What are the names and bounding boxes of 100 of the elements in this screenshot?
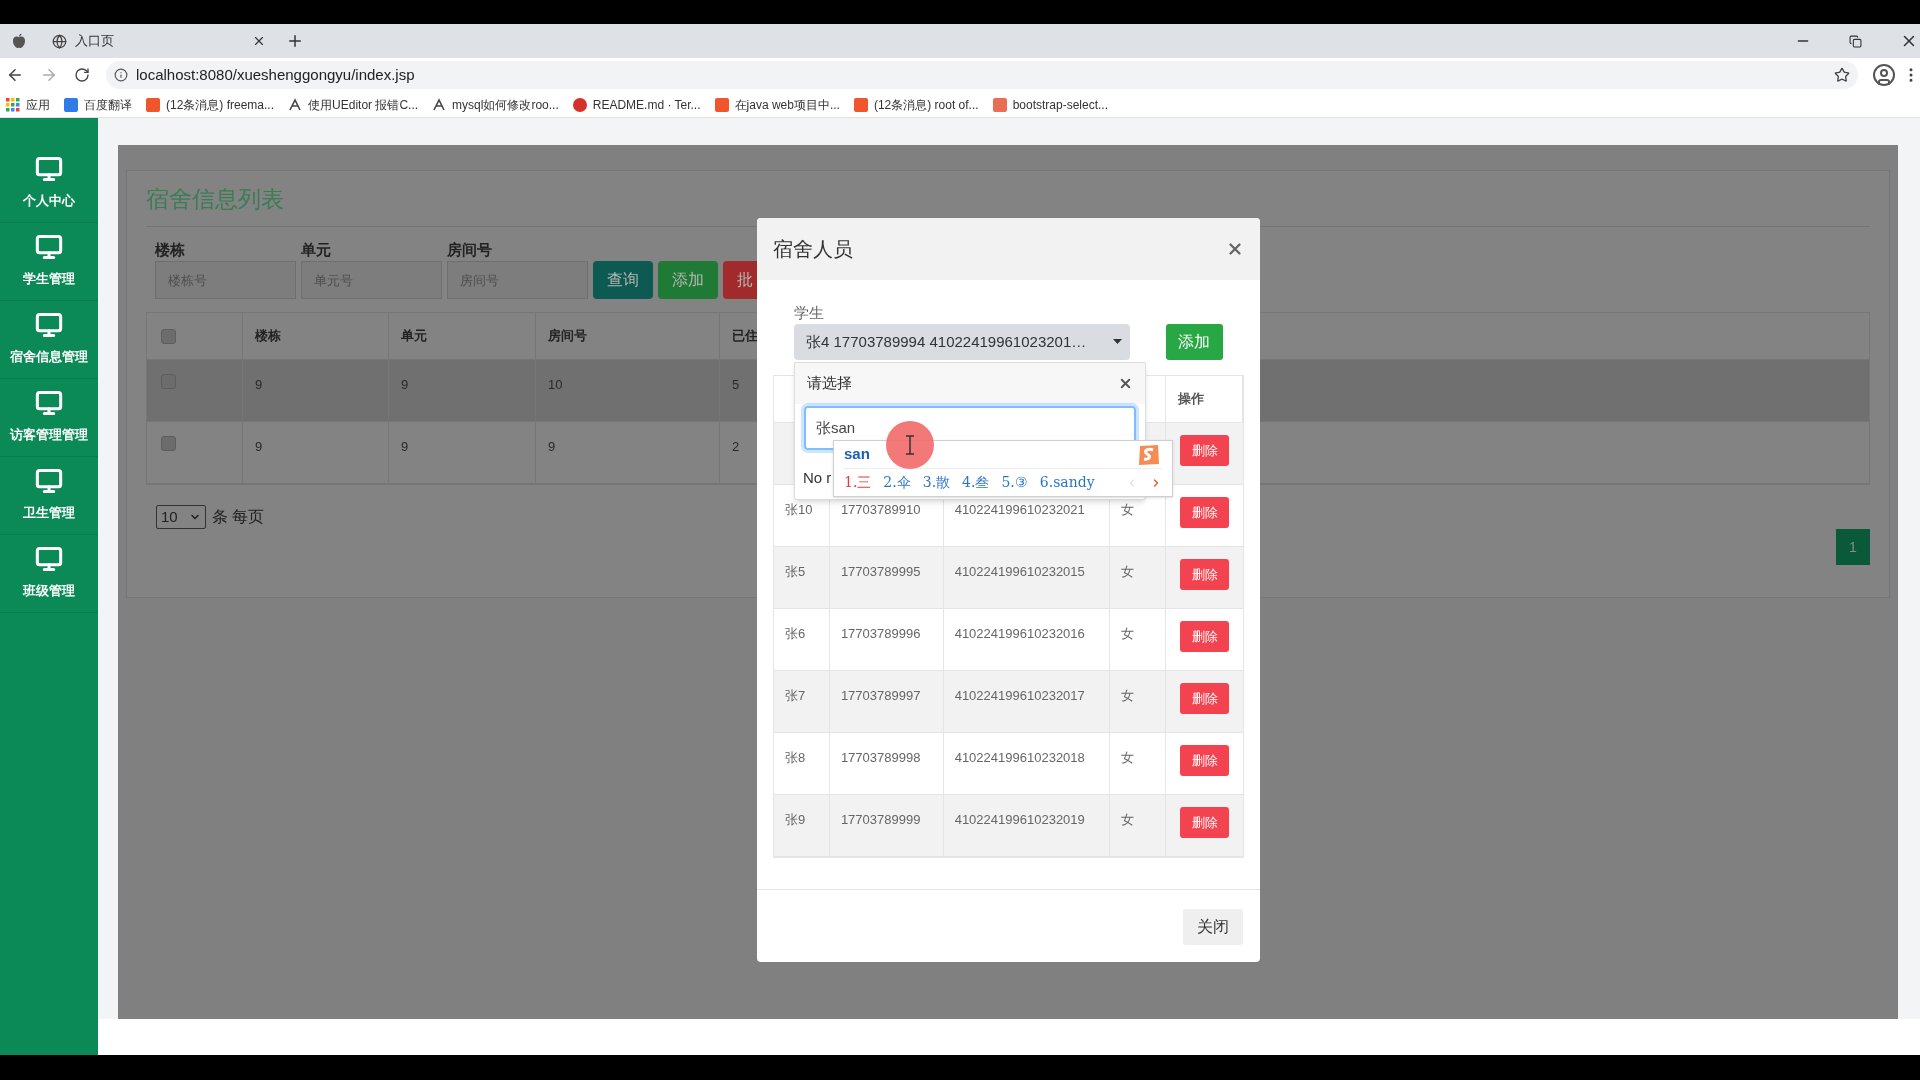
modal-title: 宿舍人员 xyxy=(773,237,853,262)
apple-logo-icon xyxy=(12,33,26,49)
delete-button[interactable]: 删除 xyxy=(1180,621,1230,652)
ime-candidate[interactable]: 4.叁 xyxy=(962,472,990,493)
action-button[interactable]: 添加 xyxy=(658,261,718,299)
table-cell: 张7 xyxy=(785,688,806,703)
table-cell: 9 xyxy=(401,439,409,454)
bookmark-link[interactable]: (12条消息) root of... xyxy=(873,95,979,114)
table-cell: 女 xyxy=(1121,750,1135,765)
monitor-icon xyxy=(35,155,63,183)
close-icon[interactable] xyxy=(252,34,266,48)
table-cell: 张10 xyxy=(785,502,813,517)
no-results-text: No r xyxy=(803,468,832,488)
monitor-icon xyxy=(35,545,63,573)
ime-candidate[interactable]: 5.③ xyxy=(1001,472,1028,493)
feather-icon xyxy=(288,97,303,112)
filter-label: 单元 xyxy=(301,240,332,259)
bookmark-link[interactable]: mysql如何修改roo... xyxy=(452,95,559,114)
bookmark-link[interactable]: README.md · Ter... xyxy=(592,95,701,114)
bookmark-link[interactable]: bootstrap-select... xyxy=(1012,95,1108,114)
delete-button[interactable]: 删除 xyxy=(1180,497,1230,528)
table-cell: 女 xyxy=(1121,564,1135,579)
close-button[interactable]: 关闭 xyxy=(1183,909,1243,945)
ime-candidate[interactable]: 3.散 xyxy=(922,472,951,493)
table-cell: 张5 xyxy=(785,564,806,579)
favicon-icon xyxy=(146,97,160,112)
cursor-highlight xyxy=(886,421,934,469)
profile-icon[interactable] xyxy=(1872,63,1896,87)
page-size-label: 条 每页 xyxy=(212,507,265,527)
table-cell: 张8 xyxy=(785,750,806,765)
monitor-icon xyxy=(35,311,63,339)
close-icon[interactable] xyxy=(1226,240,1244,258)
address-bar[interactable]: localhost:8080/xueshenggongyu/index.jsp xyxy=(106,61,1858,89)
browser-tab[interactable]: 入口页 xyxy=(44,24,274,58)
filter-label: 楼栋 xyxy=(155,240,186,259)
table-cell: 5 xyxy=(732,377,740,392)
favicon-icon xyxy=(992,97,1007,112)
ime-candidate[interactable]: 6.sandy xyxy=(1039,472,1095,493)
table-cell: 女 xyxy=(1121,626,1135,641)
checkbox[interactable] xyxy=(161,328,176,344)
bookmark-link[interactable]: 应用 xyxy=(26,95,50,114)
page-size-select[interactable]: 10 xyxy=(156,505,206,529)
bookmark-link[interactable]: 使用UEditor 报错C... xyxy=(308,95,419,114)
new-tab-icon[interactable] xyxy=(286,32,304,50)
ime-candidate[interactable]: 2.伞 xyxy=(883,472,911,493)
filter-label: 房间号 xyxy=(447,240,493,259)
delete-button[interactable]: 删除 xyxy=(1180,559,1230,590)
table-cell: 9 xyxy=(548,439,556,454)
table-cell: 17703789998 xyxy=(840,750,921,765)
monitor-icon xyxy=(35,389,63,417)
bookmark-link[interactable]: (12条消息) freema... xyxy=(166,95,275,114)
table-cell: 9 xyxy=(401,377,409,392)
table-cell: 9 xyxy=(255,377,263,392)
column-header: 房间号 xyxy=(548,327,587,346)
delete-button[interactable]: 删除 xyxy=(1180,435,1230,466)
dropdown-title: 请选择 xyxy=(807,373,852,394)
table-cell: 410224199610232021 xyxy=(954,502,1085,517)
favicon-icon xyxy=(572,97,587,112)
table-cell: 10 xyxy=(548,377,563,392)
table-cell: 女 xyxy=(1121,812,1135,827)
table-cell: 张6 xyxy=(785,626,806,641)
table-cell: 17703789997 xyxy=(840,688,921,703)
bookmark-link[interactable]: 在java web项目中... xyxy=(734,95,840,114)
tab-title: 入口页 xyxy=(75,32,115,51)
translate-favicon-icon xyxy=(64,97,78,112)
reload-icon[interactable] xyxy=(74,67,90,83)
column-header: 楼栋 xyxy=(255,327,281,346)
page-title: 宿舍信息列表 xyxy=(146,184,284,214)
checkbox[interactable] xyxy=(161,436,176,451)
column-header: 操作 xyxy=(1178,390,1205,409)
delete-button[interactable]: 删除 xyxy=(1180,683,1230,714)
ime-candidate[interactable]: 1.三 xyxy=(844,472,872,493)
table-cell: 17703789910 xyxy=(840,502,921,517)
globe-icon xyxy=(52,33,67,49)
restore-icon[interactable] xyxy=(1849,34,1862,48)
table-cell: 9 xyxy=(255,439,263,454)
feather-icon xyxy=(432,97,447,112)
back-icon[interactable] xyxy=(6,66,24,84)
delete-button[interactable]: 删除 xyxy=(1180,807,1230,838)
table-cell: 17703789995 xyxy=(840,564,921,579)
table-cell: 张9 xyxy=(785,812,806,827)
page-button[interactable]: 1 xyxy=(1836,529,1870,565)
table-cell: 410224199610232015 xyxy=(954,564,1085,579)
star-icon[interactable] xyxy=(1834,67,1850,83)
action-button[interactable]: 查询 xyxy=(593,261,653,299)
table-cell: 410224199610232016 xyxy=(954,626,1085,641)
url-text: localhost:8080/xueshenggongyu/index.jsp xyxy=(136,64,416,85)
delete-button[interactable]: 删除 xyxy=(1180,745,1230,776)
column-header: 已住 xyxy=(732,327,758,346)
table-cell: 女 xyxy=(1121,502,1135,517)
add-button[interactable]: 添加 xyxy=(1165,324,1223,360)
table-cell: 17703789999 xyxy=(840,812,921,827)
student-select[interactable]: 张4 17703789994 41022419961023201… xyxy=(794,324,1130,360)
close-icon[interactable] xyxy=(1118,376,1133,391)
favicon-icon xyxy=(714,97,729,112)
table-cell: 2 xyxy=(732,439,740,454)
column-header: 单元 xyxy=(401,327,427,346)
table-cell: 410224199610232019 xyxy=(954,812,1085,827)
table-cell: 女 xyxy=(1121,688,1135,703)
bookmark-link[interactable]: 百度翻译 xyxy=(84,95,132,114)
